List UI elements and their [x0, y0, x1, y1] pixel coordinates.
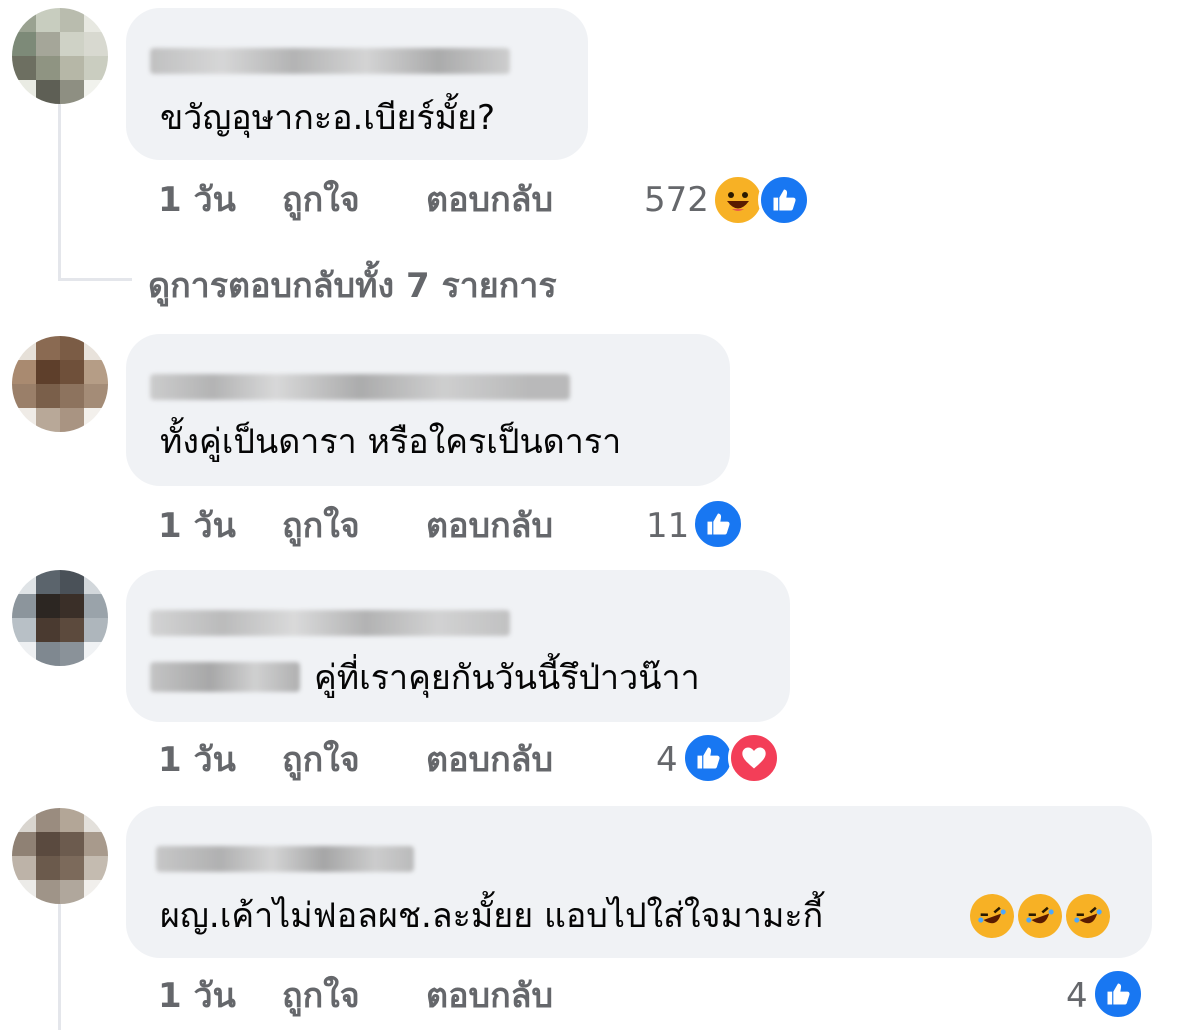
emoji-group — [963, 887, 1117, 945]
timestamp[interactable]: 1 วัน — [158, 740, 236, 780]
comment-bubble: ขวัญอุษากะอ.เบียร์มั้ย? — [126, 8, 588, 160]
comment-actions: 1 วัน ถูกใจ ตอบกลับ — [158, 740, 618, 780]
reaction-count[interactable]: 572 — [644, 180, 709, 220]
reaction-count[interactable]: 4 — [1066, 976, 1088, 1016]
reaction-count[interactable]: 4 — [656, 740, 678, 780]
like-button[interactable]: ถูกใจ — [282, 180, 360, 220]
like-icon[interactable] — [682, 732, 734, 784]
author-name[interactable] — [156, 846, 414, 872]
comment-actions: 1 วัน ถูกใจ ตอบกลับ — [158, 976, 618, 1016]
like-icon[interactable] — [758, 174, 810, 226]
tagged-mention[interactable] — [150, 662, 300, 692]
comment-actions: 1 วัน ถูกใจ ตอบกลับ — [158, 180, 618, 220]
reply-button[interactable]: ตอบกลับ — [426, 506, 553, 546]
avatar[interactable] — [12, 8, 108, 104]
author-name[interactable] — [150, 48, 510, 74]
avatar[interactable] — [12, 336, 108, 432]
like-button[interactable]: ถูกใจ — [282, 976, 360, 1016]
comment-text: ขวัญอุษากะอ.เบียร์มั้ย? — [160, 98, 496, 138]
reply-button[interactable]: ตอบกลับ — [426, 740, 553, 780]
comment-text: ทั้งคู่เป็นดารา หรือใครเป็นดารา — [160, 422, 622, 462]
reaction-count[interactable]: 11 — [646, 506, 689, 546]
rolling-laughing-emoji — [1011, 887, 1069, 945]
like-icon[interactable] — [692, 498, 744, 550]
view-replies-link[interactable]: ดูการตอบกลับทั้ง 7 รายการ — [148, 258, 557, 312]
reply-button[interactable]: ตอบกลับ — [426, 976, 553, 1016]
thread-branch — [58, 278, 132, 281]
like-button[interactable]: ถูกใจ — [282, 506, 360, 546]
comment-bubble: ทั้งคู่เป็นดารา หรือใครเป็นดารา — [126, 334, 730, 486]
comment-text: ผญ.เค้าไม่ฟอลผช.ละมั้ยย แอบไปใส่ใจมามะกี… — [160, 896, 824, 936]
thread-line — [58, 104, 61, 280]
timestamp[interactable]: 1 วัน — [158, 180, 236, 220]
rolling-laughing-emoji — [1059, 887, 1117, 945]
timestamp[interactable]: 1 วัน — [158, 506, 236, 546]
author-name[interactable] — [150, 374, 570, 400]
reply-button[interactable]: ตอบกลับ — [426, 180, 553, 220]
author-name[interactable] — [150, 610, 510, 636]
avatar[interactable] — [12, 808, 108, 904]
like-button[interactable]: ถูกใจ — [282, 740, 360, 780]
timestamp[interactable]: 1 วัน — [158, 976, 236, 1016]
haha-icon[interactable] — [712, 174, 764, 226]
comment-bubble: คู่ที่เราคุยกันวันนี้รึป่าวน๊าา — [126, 570, 790, 722]
comment-bubble: ผญ.เค้าไม่ฟอลผช.ละมั้ยย แอบไปใส่ใจมามะกี… — [126, 806, 1152, 958]
love-icon[interactable] — [728, 732, 780, 784]
rolling-laughing-emoji — [963, 887, 1021, 945]
comment-text: คู่ที่เราคุยกันวันนี้รึป่าวน๊าา — [314, 658, 700, 698]
like-icon[interactable] — [1092, 968, 1144, 1020]
avatar[interactable] — [12, 570, 108, 666]
comment-actions: 1 วัน ถูกใจ ตอบกลับ — [158, 506, 618, 546]
